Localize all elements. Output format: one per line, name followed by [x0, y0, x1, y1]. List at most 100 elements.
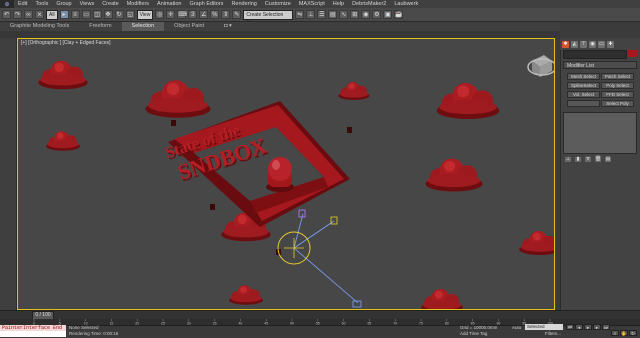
menu-debrismaker2[interactable]: DebrisMaker2 [348, 1, 390, 7]
modifier-stack-view[interactable] [563, 112, 637, 154]
patch-select-button[interactable]: Patch Select [601, 73, 634, 80]
cloud-6 [425, 158, 483, 192]
viewport-orthographic[interactable]: [+] [Orthographic ] [Clay + Edged Faces] [17, 38, 555, 310]
menu-laubwerk[interactable]: Laubwerk [390, 1, 422, 7]
auto-key-button[interactable]: Auto [512, 325, 521, 330]
add-time-tag[interactable]: Add Time Tag [460, 331, 487, 336]
angle-snap-icon[interactable]: ∠ [199, 10, 209, 19]
render-setup-icon[interactable]: ⚙ [372, 10, 382, 19]
menu-customize[interactable]: Customize [261, 1, 295, 7]
redo-icon[interactable]: ↷ [13, 10, 22, 19]
cloud-9 [229, 285, 263, 305]
select-manipulate-icon[interactable]: ✛ [166, 10, 176, 19]
snaps-toggle-icon[interactable]: 3 [188, 10, 198, 19]
menu-create[interactable]: Create [98, 1, 123, 7]
poly-select-button[interactable]: Poly Select [601, 82, 634, 89]
spline-select-button[interactable]: SplineSelect [567, 82, 600, 89]
rectangular-selection-icon[interactable]: ▭ [81, 10, 91, 19]
configure-modifier-sets-icon[interactable]: ▤ [605, 157, 611, 162]
mesh-select-button[interactable]: Mesh Select [567, 73, 600, 80]
menu-animation[interactable]: Animation [153, 1, 185, 7]
tab-selection[interactable]: Selection [121, 22, 165, 31]
blank-modifier-button[interactable] [567, 100, 600, 107]
viewcube-icon[interactable] [527, 55, 554, 77]
cloud-3 [338, 82, 370, 100]
menu-help[interactable]: Help [329, 1, 348, 7]
play-icon[interactable]: ▸ [584, 324, 592, 330]
select-by-name-icon[interactable]: ≡ [70, 10, 80, 19]
maxscript-listener-input[interactable] [0, 331, 66, 337]
vol-select-button[interactable]: Vol. Select [567, 91, 600, 98]
link-icon[interactable]: ∞ [24, 10, 33, 19]
object-color-swatch[interactable] [628, 50, 637, 57]
select-move-icon[interactable]: ✥ [103, 10, 113, 19]
ffd-select-button[interactable]: FFD Select [601, 91, 634, 98]
reference-coordinate-dropdown[interactable]: View [136, 9, 154, 20]
orbit-icon[interactable]: ↻ [629, 330, 637, 336]
application-button[interactable]: ⊕ [0, 0, 14, 8]
menu-views[interactable]: Views [76, 1, 99, 7]
object-name-field[interactable] [563, 50, 627, 59]
previous-frame-icon[interactable]: ◂ [575, 324, 583, 330]
selection-filter-dropdown[interactable]: All [46, 9, 58, 20]
pin-stack-icon[interactable]: ⊥ [565, 157, 571, 162]
light-gizmo[interactable] [277, 209, 362, 308]
tab-freeform[interactable]: Freeform [79, 22, 121, 31]
make-unique-icon[interactable]: ∀ [585, 157, 591, 162]
menu-tools[interactable]: Tools [31, 1, 52, 7]
menu-graph-editors[interactable]: Graph Editors [186, 1, 228, 7]
mirror-icon[interactable]: ⇋ [295, 10, 305, 19]
menu-group[interactable]: Group [52, 1, 75, 7]
pan-icon[interactable]: ✋ [620, 330, 628, 336]
show-end-result-icon[interactable]: ▮ [575, 157, 581, 162]
tab-graphite-modeling-tools[interactable]: Graphite Modeling Tools [0, 22, 79, 31]
render-production-icon[interactable]: ☕ [394, 10, 404, 19]
select-object-icon[interactable]: ▸ [59, 10, 69, 19]
select-rotate-icon[interactable]: ↻ [114, 10, 124, 19]
percent-snap-icon[interactable]: % [210, 10, 220, 19]
select-scale-icon[interactable]: ◱ [125, 10, 135, 19]
motion-tab-icon[interactable]: ◉ [589, 40, 596, 48]
menu-rendering[interactable]: Rendering [227, 1, 260, 7]
spinner-snap-icon[interactable]: ⇕ [221, 10, 231, 19]
dome-object[interactable] [266, 157, 294, 192]
cloud-5 [46, 131, 80, 151]
utilities-tab-icon[interactable]: ✚ [607, 40, 614, 48]
modify-tab-icon[interactable]: ◭ [571, 40, 578, 48]
material-editor-icon[interactable]: ◉ [361, 10, 371, 19]
command-panel-tabs: ✱ ◭ ⊤ ◉ ▭ ✚ [560, 38, 640, 50]
align-icon[interactable]: ⊥ [306, 10, 316, 19]
select-poly-button[interactable]: Select Poly [601, 100, 634, 107]
schematic-view-icon[interactable]: ⊞ [350, 10, 360, 19]
viewport-left-strip [0, 38, 17, 310]
edit-named-selection-icon[interactable]: ✎ [232, 10, 242, 19]
pivot-center-icon[interactable]: ◎ [155, 10, 165, 19]
display-tab-icon[interactable]: ▭ [598, 40, 605, 48]
go-to-end-icon[interactable]: ⏭ [602, 324, 610, 330]
key-filters-button[interactable]: Filters... [545, 331, 561, 336]
keyboard-shortcut-icon[interactable]: ⌨ [177, 10, 187, 19]
main-toolbar: ↶ ↷ ∞ ⨯ All ▸ ≡ ▭ ◫ ✥ ↻ ◱ View ◎ ✛ ⌨ 3 ∠… [0, 8, 640, 26]
layer-manager-icon[interactable]: ☰ [317, 10, 327, 19]
go-to-start-icon[interactable]: ⏮ [566, 324, 574, 330]
graphite-toggle-icon[interactable]: ▤ [328, 10, 338, 19]
named-selection-sets-field[interactable]: Create Selection Se [243, 9, 294, 26]
create-tab-icon[interactable]: ✱ [562, 40, 569, 48]
curve-editor-icon[interactable]: ∿ [339, 10, 349, 19]
scene-canvas[interactable]: State of the State of the SNDBOX SNDBOX [18, 39, 554, 309]
rendered-frame-window-icon[interactable]: ▣ [383, 10, 393, 19]
unlink-icon[interactable]: ⨯ [35, 10, 44, 19]
next-frame-icon[interactable]: ▸ [593, 324, 601, 330]
modifier-list-dropdown[interactable]: Modifier List [563, 61, 637, 69]
hierarchy-tab-icon[interactable]: ⊤ [580, 40, 587, 48]
remove-modifier-icon[interactable]: 🗑 [595, 157, 601, 162]
tab-object-paint[interactable]: Object Paint [164, 22, 214, 31]
menu-maxscript[interactable]: MAXScript [295, 1, 329, 7]
selection-set-dropdown[interactable]: Selected [525, 324, 563, 330]
undo-icon[interactable]: ↶ [2, 10, 11, 19]
menu-edit[interactable]: Edit [14, 1, 31, 7]
window-crossing-icon[interactable]: ◫ [92, 10, 102, 19]
menu-modifiers[interactable]: Modifiers [123, 1, 153, 7]
zoom-icon[interactable]: ⌕ [611, 330, 619, 336]
ribbon-options-icon[interactable]: ◘ ▾ [214, 22, 242, 31]
